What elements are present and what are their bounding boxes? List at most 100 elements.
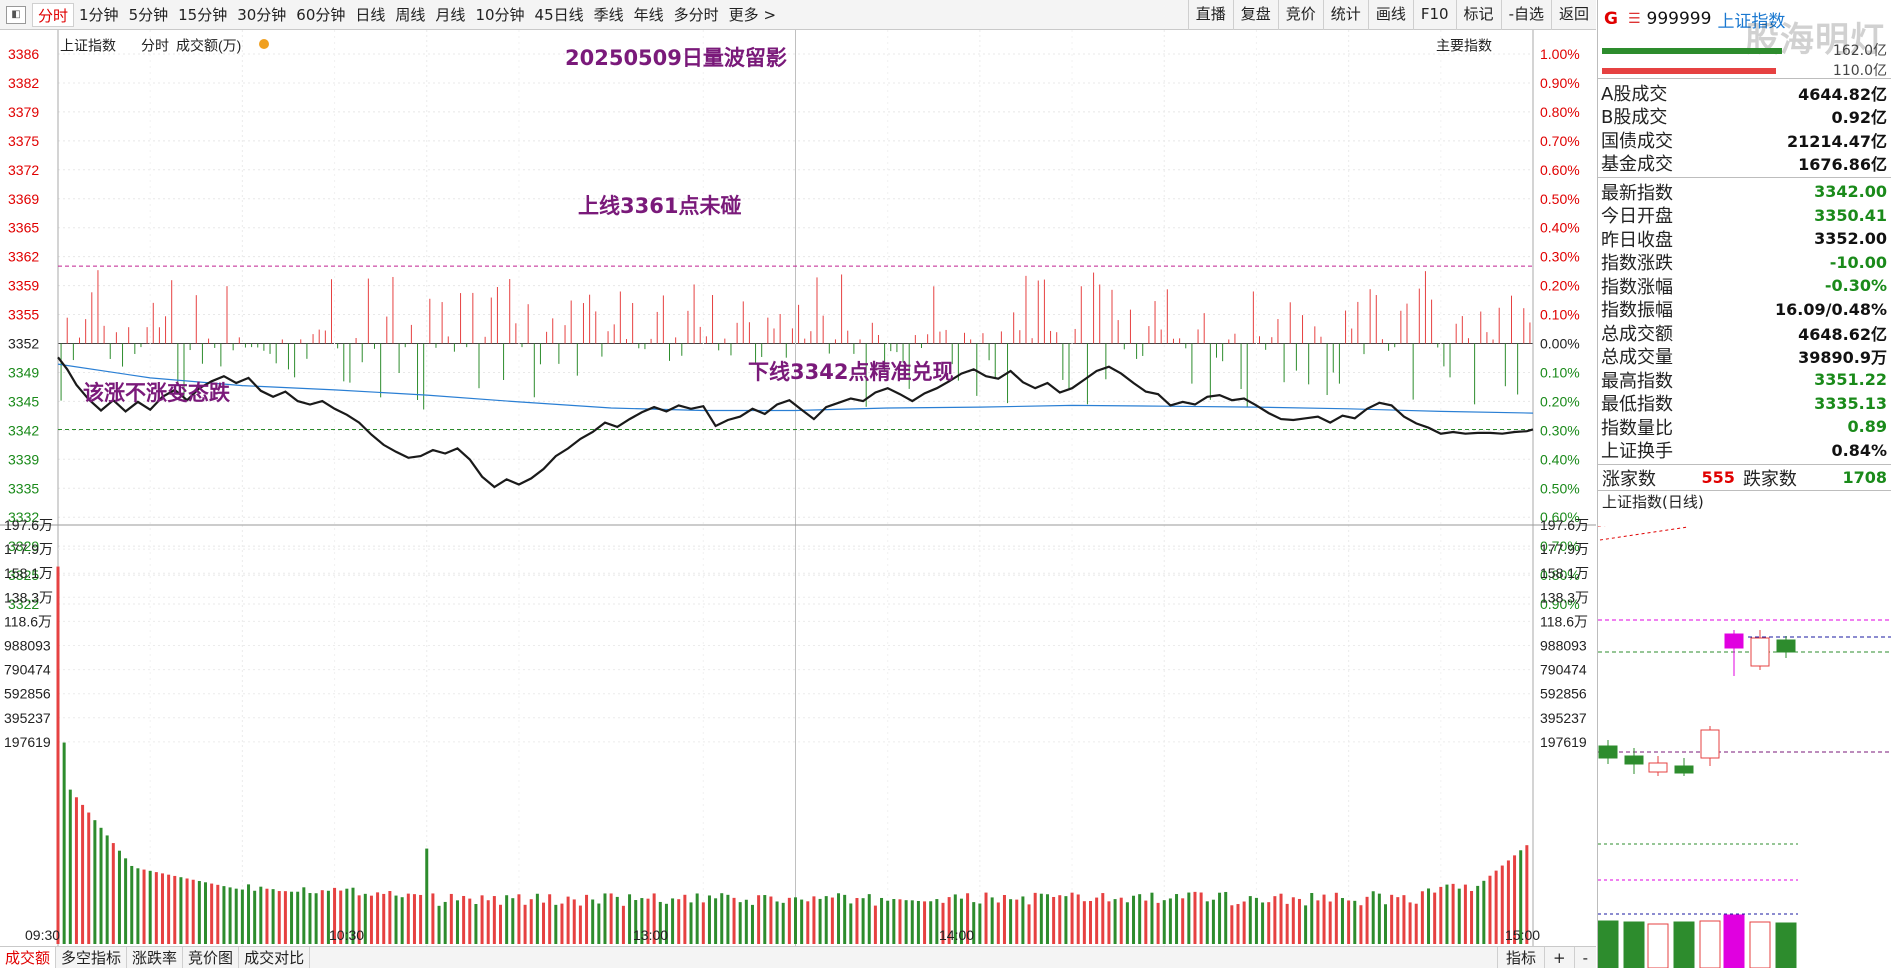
volume-bar-down xyxy=(1150,892,1154,944)
volume-bar-down xyxy=(935,899,939,944)
volume-bar-up xyxy=(449,893,453,944)
volume-tick-label: 138.3万 xyxy=(4,589,53,605)
period-tab[interactable]: 1分钟 xyxy=(74,3,124,27)
volume-bar-down xyxy=(1371,891,1375,944)
indicator-tab[interactable]: 涨跌率 xyxy=(127,946,184,968)
info-label: 国债成交 xyxy=(1601,130,1673,152)
period-tab[interactable]: 月线 xyxy=(430,3,470,27)
volume-bar-up xyxy=(480,895,484,944)
period-tab[interactable]: 分时 xyxy=(32,2,75,27)
volume-tick-label-right: 592856 xyxy=(1540,686,1587,702)
indicator-tab[interactable]: 多空指标 xyxy=(56,946,128,968)
price-tick-label: 3345 xyxy=(8,393,39,409)
volume-bar-up xyxy=(191,879,195,944)
volume-bar-down xyxy=(130,865,134,944)
volume-bar-up xyxy=(111,843,115,944)
decline-count: 1708 xyxy=(1842,468,1887,487)
tool-button[interactable]: 返回 xyxy=(1550,0,1596,30)
info-row: 最高指数 3351.22 xyxy=(1598,368,1891,392)
volume-bar-down xyxy=(1009,899,1013,944)
volume-bar-down xyxy=(990,897,994,944)
period-tab[interactable]: 更多 > xyxy=(724,3,781,27)
volume-bar-up xyxy=(492,896,496,944)
tool-button[interactable]: 画线 xyxy=(1367,0,1413,30)
tool-button[interactable]: F10 xyxy=(1412,0,1456,30)
indicator-tab[interactable]: 成交额 xyxy=(0,946,57,968)
volume-bar-down xyxy=(824,896,828,944)
volume-bar-up xyxy=(609,893,613,944)
volume-bar-up xyxy=(732,897,736,944)
period-tab[interactable]: 日线 xyxy=(350,3,390,27)
info-row: 上证换手 0.84% xyxy=(1598,439,1891,463)
volume-bar-down xyxy=(222,886,226,944)
info-row: 总成交额 4648.62亿 xyxy=(1598,321,1891,345)
volume-bar-up xyxy=(1291,897,1295,944)
volume-bar-down xyxy=(1039,893,1043,944)
period-tab[interactable]: 周线 xyxy=(390,3,430,27)
volume-bar-down xyxy=(628,894,632,944)
volume-bar-up xyxy=(1119,897,1123,944)
period-tab[interactable]: 季线 xyxy=(589,3,629,27)
tool-button[interactable]: 竞价 xyxy=(1277,0,1323,30)
price-tick-label: 3372 xyxy=(8,162,39,178)
indicator-tab[interactable]: 成交对比 xyxy=(239,946,311,968)
price-tick-label: 3342 xyxy=(8,422,39,438)
period-toolbar: ◧ 分时 1分钟 5分钟 15分钟 30分钟 60分钟 日线 周线 月线 10分钟 45日线 季线 年线… xyxy=(0,0,1596,30)
volume-bar-up xyxy=(173,875,177,944)
mini-chart-title: 上证指数(日线) xyxy=(1598,490,1891,512)
period-tab[interactable]: 30分钟 xyxy=(232,3,291,27)
pct-tick-label: 0.80% xyxy=(1540,104,1580,120)
volume-bar-up xyxy=(677,899,681,944)
advance-count: 555 xyxy=(1701,468,1735,487)
period-tab[interactable]: 多分时 xyxy=(669,3,724,27)
volume-bar-up xyxy=(1396,897,1400,944)
mini-volume-bar xyxy=(1647,923,1669,968)
buy-strength-bar xyxy=(1602,48,1782,54)
g-icon[interactable]: G xyxy=(1604,9,1618,29)
tool-button[interactable]: 直播 xyxy=(1187,0,1233,30)
volume-bar-up xyxy=(984,892,988,944)
info-row: A股成交 4644.82亿 xyxy=(1598,81,1891,105)
volume-tick-label-right: 177.9万 xyxy=(1540,541,1589,557)
volume-bar-down xyxy=(714,898,718,944)
volume-bar-up xyxy=(806,901,810,944)
indicator-tool-button[interactable]: 指标 xyxy=(1496,947,1544,968)
info-value: 3342.00 xyxy=(1814,182,1887,202)
volume-bar-up xyxy=(1451,883,1455,944)
volume-bar-up xyxy=(529,899,533,944)
tool-button[interactable]: 复盘 xyxy=(1232,0,1278,30)
period-tab[interactable]: 5分钟 xyxy=(124,3,174,27)
period-tab[interactable]: 15分钟 xyxy=(173,3,232,27)
price-tick-label: 3375 xyxy=(8,133,39,149)
indicator-tool-button[interactable]: + xyxy=(1544,947,1574,968)
period-tab[interactable]: 45日线 xyxy=(530,3,589,27)
period-tab[interactable]: 年线 xyxy=(629,3,669,27)
tool-button[interactable]: -自选 xyxy=(1500,0,1551,30)
volume-bar-up xyxy=(56,566,60,944)
indicator-tab[interactable]: 竞价图 xyxy=(183,946,240,968)
period-tab[interactable]: 60分钟 xyxy=(291,3,350,27)
panel-toggle-icon[interactable]: ◧ xyxy=(6,5,26,24)
volume-bar-up xyxy=(1439,886,1443,944)
volume-bar-down xyxy=(437,905,441,944)
volume-bar-down xyxy=(105,835,109,944)
volume-bar-up xyxy=(566,896,570,944)
volume-bar-down xyxy=(124,858,128,944)
volume-bar-down xyxy=(363,893,367,944)
info-value: 16.09/0.48% xyxy=(1775,299,1887,319)
volume-bar-up xyxy=(898,899,902,944)
info-value: 3350.41 xyxy=(1814,205,1887,225)
volume-bar-down xyxy=(1113,899,1117,944)
menu-icon[interactable]: ☰ xyxy=(1628,11,1641,27)
indicator-tool-button[interactable]: - xyxy=(1573,947,1596,968)
volume-bar-down xyxy=(474,903,478,944)
tool-button[interactable]: 标记 xyxy=(1455,0,1501,30)
volume-tick-label-right: 158.1万 xyxy=(1540,565,1589,581)
mini-daily-kline[interactable] xyxy=(1598,526,1891,968)
volume-bar-down xyxy=(1132,895,1136,944)
info-value: -0.30% xyxy=(1824,276,1887,296)
info-value: 4644.82亿 xyxy=(1798,84,1887,104)
period-tab[interactable]: 10分钟 xyxy=(470,3,529,27)
volume-bar-up xyxy=(1107,901,1111,944)
tool-button[interactable]: 统计 xyxy=(1322,0,1368,30)
